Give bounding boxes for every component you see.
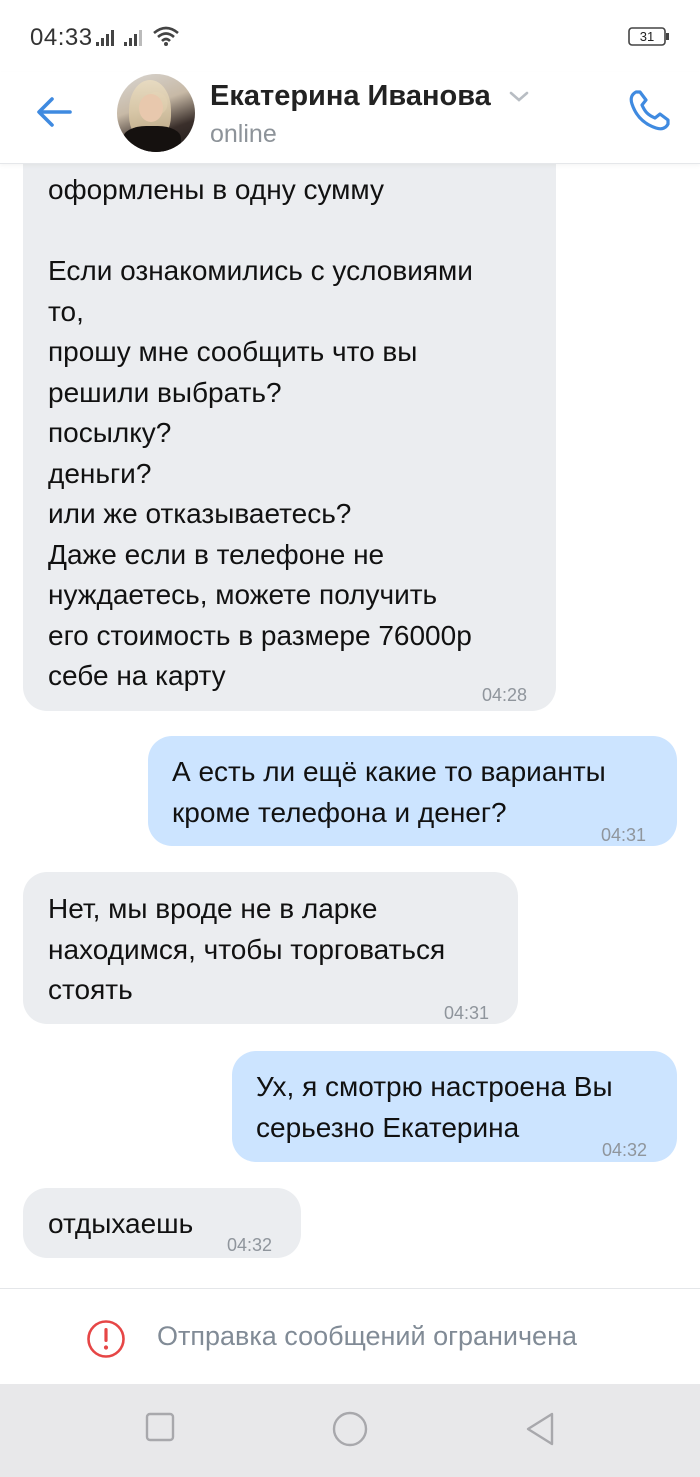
square-icon [145,1412,175,1442]
message-bubble-outgoing[interactable]: Ух, я смотрю настроена Вы серьезно Екате… [232,1051,677,1162]
battery-icon: 31 [628,27,670,47]
home-button[interactable] [332,1411,368,1452]
message-time: 04:31 [601,825,647,845]
message-bubble-incoming[interactable]: отдыхаешь 04:32 [23,1188,301,1258]
system-nav-bar [0,1384,700,1477]
battery-level: 31 [639,29,655,44]
chevron-down-icon[interactable] [508,90,530,109]
message-time: 04:32 [602,1140,648,1160]
chat-header: Екатерина Иванова online [0,72,700,164]
back-arrow-icon [37,97,72,127]
status-bar: 04:33 31 [0,0,700,72]
contact-name[interactable]: Екатерина Иванова [210,80,491,113]
message-time: 04:32 [227,1235,273,1255]
message-list[interactable]: оформлены в одну сумму Если ознакомились… [0,164,700,1288]
message-time: 04:28 [482,685,528,705]
status-time: 04:33 [30,24,93,51]
message-bubble-incoming[interactable]: Нет, мы вроде не в ларке находимся, чтоб… [23,872,518,1024]
message-text: отдыхаешь [48,1208,194,1239]
message-text: А есть ли ещё какие то варианты кроме те… [172,756,606,828]
restricted-notice: Отправка сообщений ограничена [0,1288,700,1384]
wifi-icon [152,25,180,47]
circle-icon [332,1411,368,1447]
restricted-text: Отправка сообщений ограничена [157,1321,577,1351]
signal-icon [124,28,148,46]
avatar[interactable] [117,74,195,152]
signal-icon [96,28,120,46]
message-bubble-outgoing[interactable]: А есть ли ещё какие то варианты кроме те… [148,736,677,846]
phone-icon [629,90,670,131]
call-button[interactable] [626,86,674,134]
message-text: Ух, я смотрю настроена Вы серьезно Екате… [256,1071,613,1143]
recent-apps-button[interactable] [145,1412,175,1447]
warning-icon [86,1319,126,1364]
back-nav-button[interactable] [524,1411,556,1452]
message-text: оформлены в одну сумму Если ознакомились… [48,174,473,691]
triangle-back-icon [526,1412,554,1446]
message-bubble-incoming[interactable]: оформлены в одну сумму Если ознакомились… [23,164,556,711]
chat-screen: 04:33 31 Екатерина Иванова online оформл… [0,0,700,1477]
message-time: 04:31 [444,1003,490,1023]
back-button[interactable] [32,90,76,134]
message-text: Нет, мы вроде не в ларке находимся, чтоб… [48,893,446,1005]
contact-status: online [210,120,277,148]
